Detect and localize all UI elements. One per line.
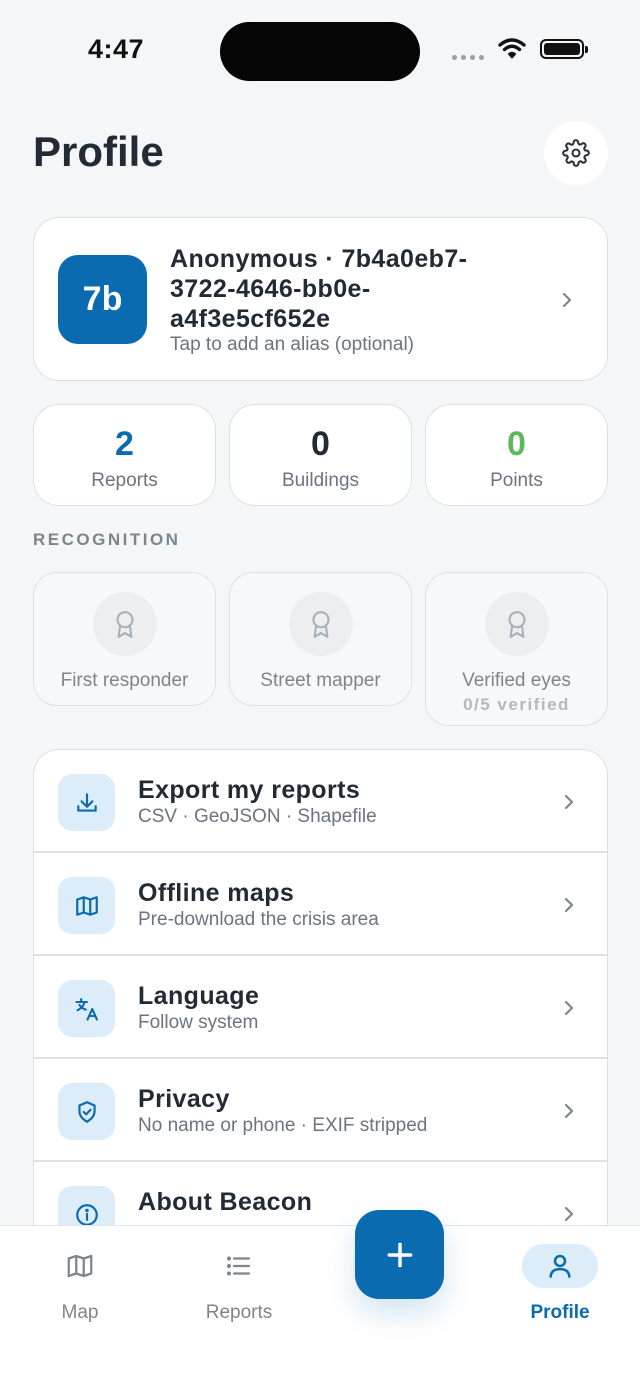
map-icon (42, 1244, 118, 1288)
list-item-subtitle: No name or phone · EXIF stripped (138, 1115, 428, 1136)
stat-buildings: 0 Buildings (229, 404, 412, 506)
status-icons (452, 38, 588, 60)
identity-alias-hint: Tap to add an alias (optional) (170, 334, 414, 355)
section-label-recognition: RECOGNITION (33, 530, 181, 549)
list-item-subtitle: Pre-download the crisis area (138, 909, 379, 930)
status-bar: 4:47 (0, 0, 640, 100)
stat-label: Reports (91, 470, 158, 491)
list-item-title: Offline maps (138, 879, 295, 907)
list-icon (201, 1244, 277, 1288)
identity-name: Anonymous · 7b4a0eb7-3722-4646-bb0e-a4f3… (170, 245, 468, 333)
wifi-icon (498, 38, 526, 59)
award-icon (92, 592, 157, 656)
cellular-signal-icon (452, 39, 484, 60)
stat-label: Points (490, 470, 543, 491)
tab-label: Profile (530, 1302, 590, 1323)
badge-progress: 0/5 verified (463, 695, 570, 714)
chevron-right-icon (562, 292, 572, 308)
badge-label: First responder (60, 670, 189, 691)
plus-icon (387, 1242, 412, 1267)
tab-reports[interactable]: Reports (179, 1244, 299, 1324)
badge-first-responder[interactable]: First responder (33, 572, 216, 706)
list-item-offline-maps[interactable]: Offline maps Pre-download the crisis are… (34, 853, 607, 956)
tab-label: Reports (205, 1302, 273, 1323)
award-icon (288, 592, 353, 656)
award-icon (484, 592, 549, 656)
download-icon (58, 774, 115, 831)
page-title: Profile (33, 128, 164, 175)
stat-reports: 2 Reports (33, 404, 216, 506)
tab-label: Map (61, 1302, 99, 1323)
list-item-subtitle: CSV · GeoJSON · Shapefile (138, 806, 377, 827)
stat-points: 0 Points (425, 404, 608, 506)
chevron-right-icon (564, 1000, 574, 1016)
stat-value: 0 (311, 425, 330, 463)
list-item-subtitle: Follow system (138, 1012, 259, 1033)
badge-verified-eyes[interactable]: Verified eyes 0/5 verified (425, 572, 608, 726)
stat-value: 0 (507, 425, 526, 463)
list-item-title: Privacy (138, 1085, 230, 1113)
list-item-export[interactable]: Export my reports CSV · GeoJSON · Shapef… (34, 750, 607, 853)
list-item-privacy[interactable]: Privacy No name or phone · EXIF stripped (34, 1059, 607, 1162)
badge-label: Verified eyes (462, 670, 571, 691)
list-item-title: Export my reports (138, 776, 361, 804)
chevron-right-icon (564, 1103, 574, 1119)
person-icon (522, 1244, 598, 1288)
chevron-right-icon (564, 794, 574, 810)
avatar: 7b (58, 255, 147, 344)
add-report-button[interactable] (355, 1210, 444, 1299)
map-icon (58, 877, 115, 934)
gear-icon (562, 139, 590, 167)
status-time: 4:47 (88, 34, 145, 64)
dynamic-island (220, 22, 420, 81)
battery-icon (540, 39, 588, 59)
stat-value: 2 (115, 425, 134, 463)
badge-street-mapper[interactable]: Street mapper (229, 572, 412, 706)
list-item-language[interactable]: Language Follow system (34, 956, 607, 1059)
tab-map[interactable]: Map (20, 1244, 140, 1324)
chevron-right-icon (564, 897, 574, 913)
shield-check-icon (58, 1083, 115, 1140)
list-item-title: Language (138, 982, 260, 1010)
identity-card[interactable]: 7b Anonymous · 7b4a0eb7-3722-4646-bb0e-a… (33, 217, 608, 381)
tab-profile[interactable]: Profile (500, 1244, 620, 1324)
badge-label: Street mapper (260, 670, 381, 691)
chevron-right-icon (564, 1206, 574, 1222)
translate-icon (58, 980, 115, 1037)
list-item-title: About Beacon (138, 1188, 313, 1216)
tab-bar: Map Reports Profile (0, 1225, 640, 1392)
settings-button[interactable] (544, 121, 608, 185)
stat-label: Buildings (281, 470, 360, 491)
